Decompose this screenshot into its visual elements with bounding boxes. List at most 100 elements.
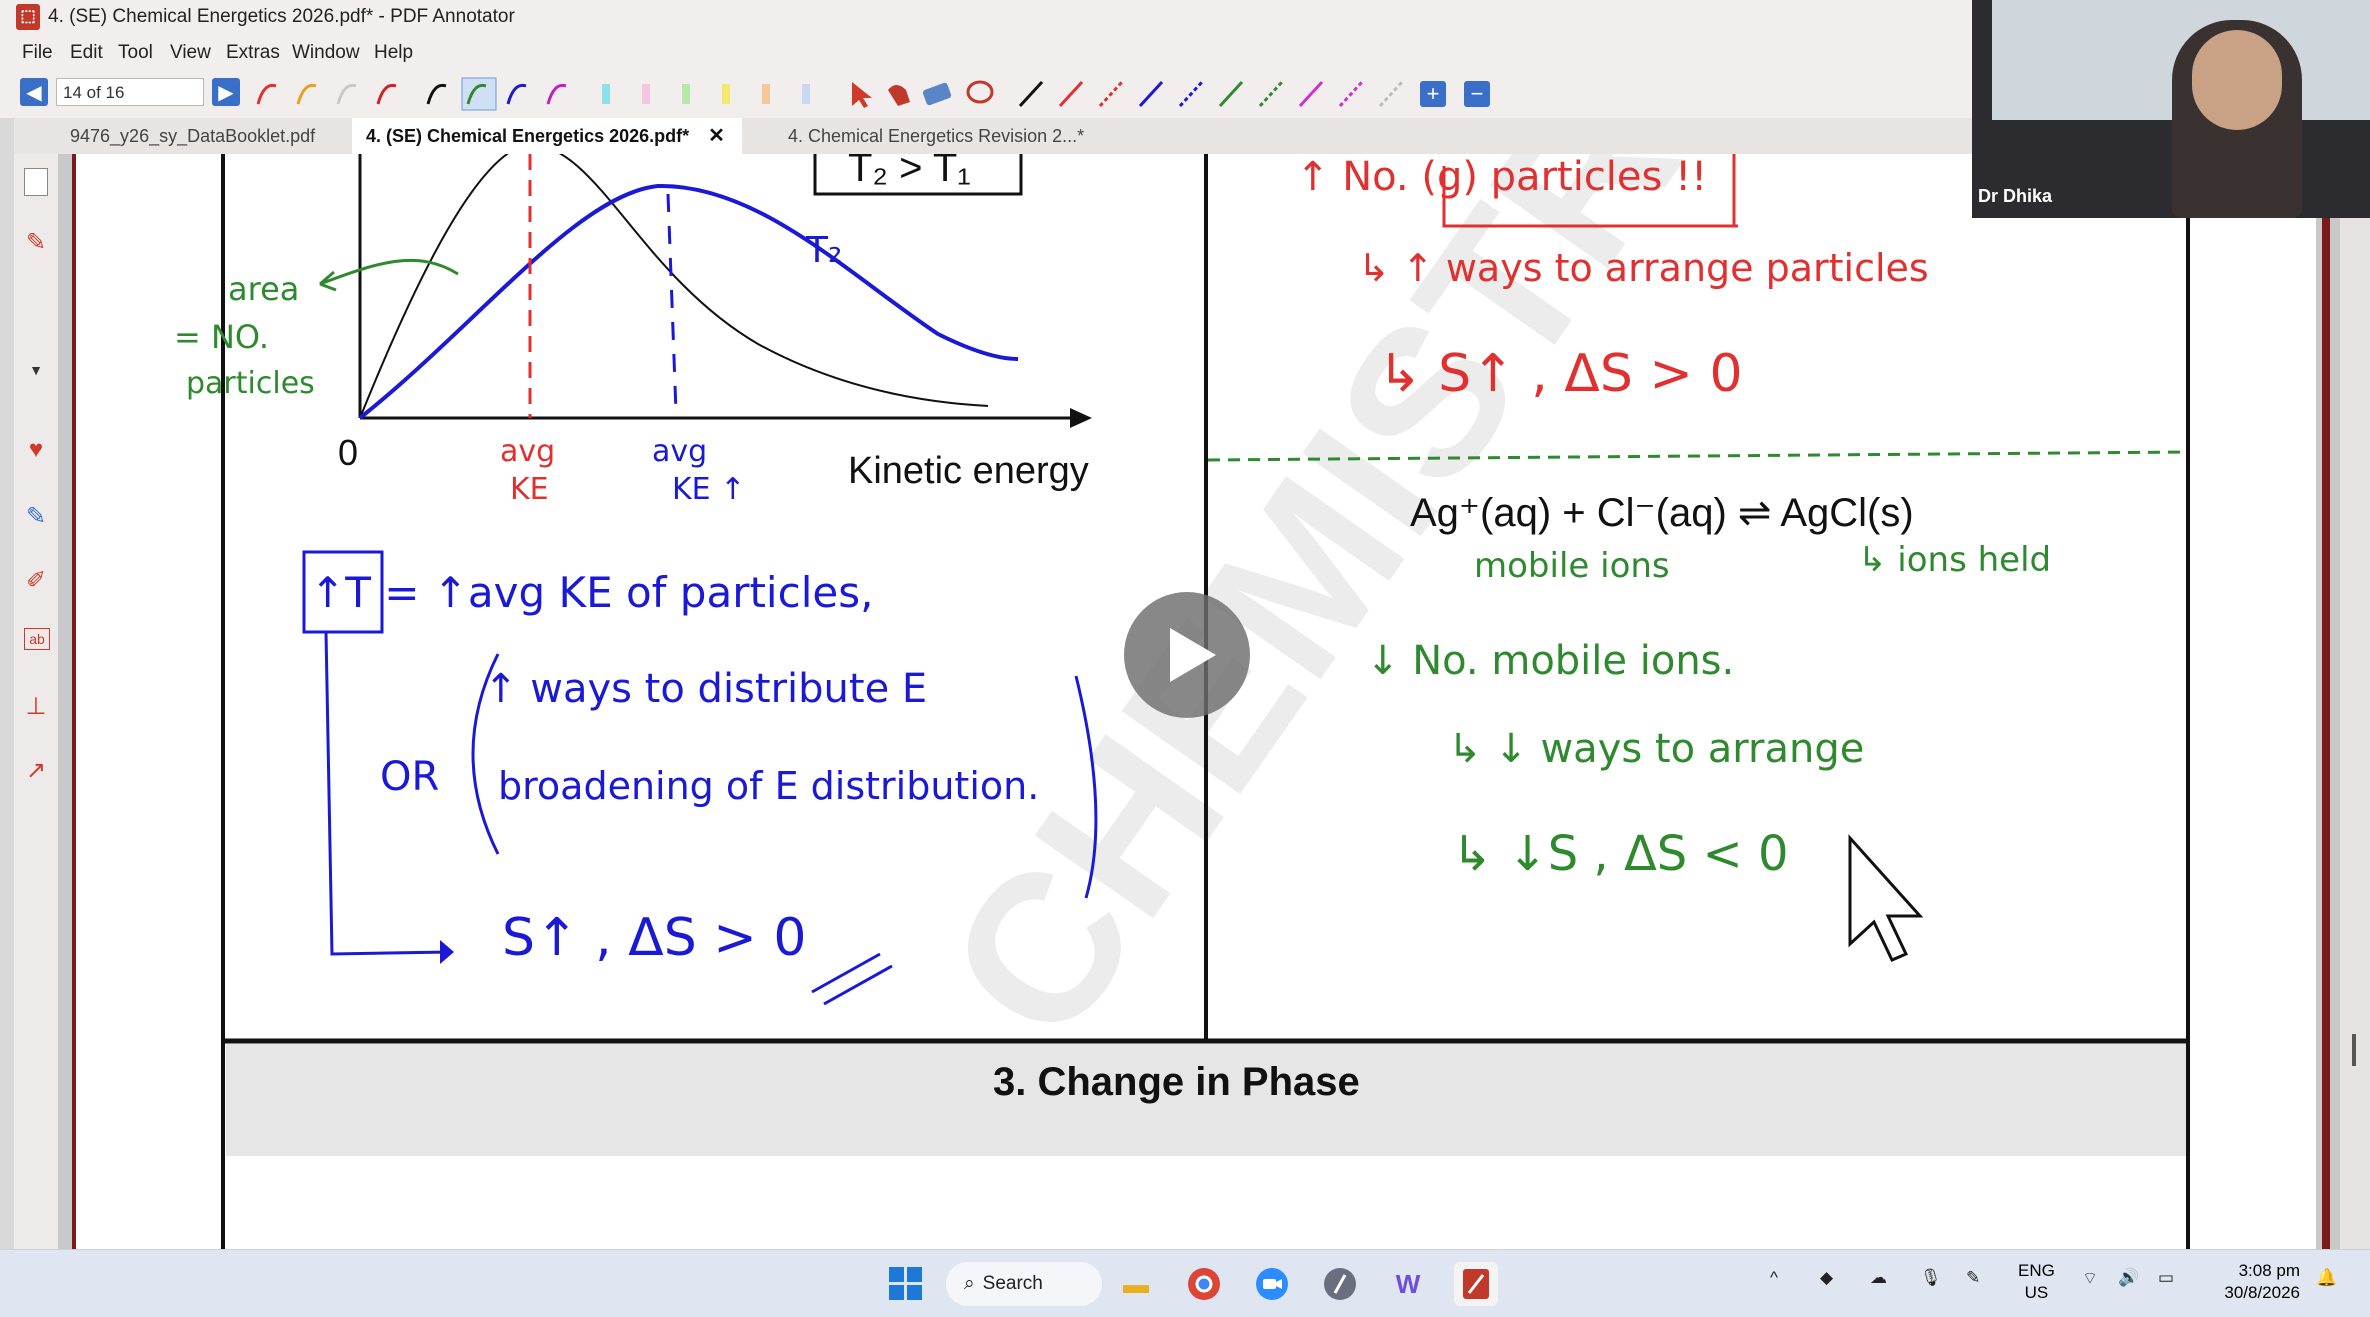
chemical-equation: Ag⁺(aq) + Cl⁻(aq) ⇌ AgCl(s) [1410,491,1914,535]
menu-window[interactable]: Window [292,42,360,64]
orange-highlighter-icon [762,84,770,104]
taskbar: ⌕ Search ▬ W ^ ◆ ☁ 🎙 ✎ ENG US ⌔ 🔊 ▭ 3:08… [0,1249,2370,1317]
cyan-highlighter-icon [602,84,610,104]
close-tab-icon[interactable]: ✕ [708,125,725,147]
blue-avg-ke-line [666,193,678,413]
green-line-2: ↳ ↓ ways to arrange [1448,726,1865,772]
pen-icon[interactable]: ✎ [20,226,52,258]
pen-tools[interactable]: + − [250,76,1510,112]
yellow-highlighter-icon [722,84,730,104]
ions-held-label: ↳ ions held [1858,540,2052,580]
magenta-line-icon [1298,80,1324,108]
dropbox-icon[interactable]: ◆ [1820,1268,1833,1288]
clock[interactable]: 3:08 pm 30/8/2026 [2210,1260,2300,1304]
gray-pen-icon [336,83,357,105]
document-view[interactable]: CHEMISTRY T₂ > T₁ 0 Kinetic energy Ag⁺(a… [58,154,2340,1249]
pdf-annotator-taskbar-icon[interactable] [1454,1262,1498,1306]
x-axis-arrowhead [1070,408,1092,428]
magenta-pen-icon [546,83,567,105]
area-arrow [319,258,459,286]
scroll-down-icon[interactable]: ▼ [20,354,52,386]
battery-icon[interactable]: ▭ [2158,1268,2174,1288]
mobile-ions-label: mobile ions [1474,546,1670,586]
pen-tray-icon[interactable]: ✎ [1966,1268,1980,1288]
tab-chemical-energetics[interactable]: 4. (SE) Chemical Energetics 2026.pdf* ✕ [352,118,742,154]
presenter-face [2192,30,2282,130]
taskbar-search[interactable]: ⌕ Search [946,1262,1102,1306]
play-icon [1170,628,1216,682]
tab-revision[interactable]: 4. Chemical Energetics Revision 2...* [774,118,1098,154]
language-bottom: US [2024,1283,2049,1302]
blue-line-3: broadening of E distribution. [498,764,1040,808]
double-underline [811,952,893,1006]
zoom-icon[interactable] [1250,1262,1294,1306]
windows-start-icon[interactable] [884,1262,928,1306]
left-tool-panel: ✎ ▼ ♥ ✎ ✐ ab ⊥ ↗ [14,154,59,1249]
tray-chevron-icon[interactable]: ^ [1770,1268,1778,1288]
stamp-icon[interactable]: ⊥ [20,690,52,722]
green-dashed-line-icon [1258,80,1284,108]
app-icon[interactable] [1318,1262,1362,1306]
search-icon: ⌕ [964,1273,975,1294]
text-box-icon[interactable]: ab [24,628,50,650]
tab-databooklet[interactable]: 9476_y26_sy_DataBooklet.pdf [56,118,329,154]
arrow-tool-icon[interactable]: ↗ [20,754,52,786]
menu-view[interactable]: View [170,42,211,64]
origin-label: 0 [338,432,359,473]
notification-bell-icon[interactable]: 🔔 [2316,1268,2337,1288]
number-label: = NO. [174,318,269,356]
vertical-scrollbar[interactable] [2340,154,2370,1249]
select-arrow-icon [852,82,872,108]
red-dashed-line-icon [1098,80,1124,108]
microphone-icon[interactable]: 🎙 [1920,1268,1942,1288]
language-indicator[interactable]: ENG US [2018,1260,2055,1304]
onedrive-icon[interactable]: ☁ [1870,1268,1887,1288]
blue-ke-label: KE ↑ [672,472,746,507]
window-title: 4. (SE) Chemical Energetics 2026.pdf* - … [48,6,515,27]
language-top: ENG [2018,1261,2055,1280]
mouse-cursor-icon [1848,834,1924,962]
wifi-icon[interactable]: ⌔ [2082,1268,2098,1289]
red-line-2: ↳ ↑ ways to arrange particles [1358,246,1929,290]
menu-edit[interactable]: Edit [70,42,103,64]
red-avg-label: avg [500,434,556,469]
tab-bar: 9476_y26_sy_DataBooklet.pdf 4. (SE) Chem… [14,118,1974,154]
volume-icon[interactable]: 🔊 [2118,1268,2139,1288]
webcam-name-label: Dr Dhika [1978,186,2053,206]
blue-line-4: S↑ , ΔS > 0 [502,908,807,968]
darkred-pen-icon [376,83,397,105]
menu-extras[interactable]: Extras [226,42,280,64]
lasso-icon [966,80,994,104]
blue-line-1: ↑T = ↑avg KE of particles, [310,568,874,617]
svg-text:−: − [1471,81,1484,106]
temperature-compare-label: T₂ > T₁ [848,154,971,190]
menu-file[interactable]: File [22,42,53,64]
page-indicator[interactable]: 14 of 16 [56,78,204,106]
file-explorer-icon[interactable]: ▬ [1114,1262,1158,1306]
scroll-thumb[interactable] [2352,1034,2356,1066]
next-page-icon[interactable]: ▶ [212,78,240,106]
green-highlighter-icon [682,84,690,104]
prev-page-icon[interactable]: ◀ [20,78,48,106]
menu-tool[interactable]: Tool [118,42,153,64]
page-thumbnail-icon[interactable] [20,166,52,198]
area-label: area [228,270,300,308]
red-line-1: ↑ No. (g) particles !! [1296,154,1708,200]
gray-dashed-line-icon [1378,80,1404,108]
highlighter-icon[interactable]: ✐ [20,564,52,596]
red-line-icon [1058,80,1084,108]
blue-line-or: OR [380,754,440,800]
word-icon[interactable]: W [1386,1262,1430,1306]
marker-icon[interactable]: ✎ [20,500,52,532]
play-button[interactable] [1124,592,1250,718]
favorite-heart-icon[interactable]: ♥ [20,434,52,466]
chrome-icon[interactable] [1182,1262,1226,1306]
black-pen-icon [426,83,447,105]
green-line-icon [1218,80,1244,108]
blue-line-2: ↑ ways to distribute E [484,666,928,712]
menu-help[interactable]: Help [374,42,413,64]
tab-label: 4. (SE) Chemical Energetics 2026.pdf* [366,126,690,146]
blue-highlighter-icon [802,84,810,104]
blue-dashed-line-icon [1178,80,1204,108]
green-line-3: ↳ ↓S , ΔS < 0 [1452,826,1789,882]
